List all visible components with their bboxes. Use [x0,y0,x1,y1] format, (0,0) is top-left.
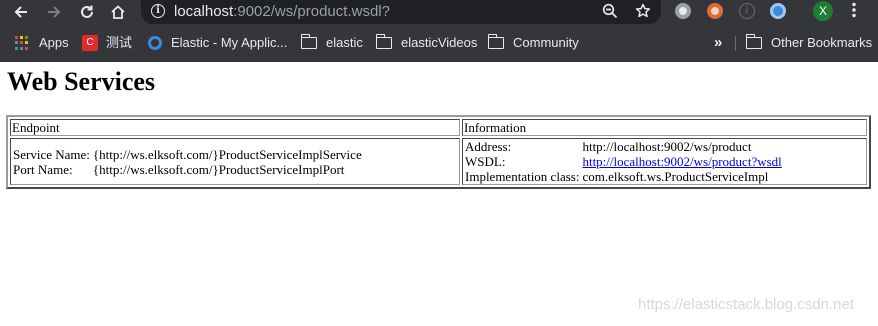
home-icon [111,5,125,19]
information-cell: Address: http://localhost:9002/ws/produc… [462,138,867,185]
information-header: Information [462,119,867,136]
address-row: Address: http://localhost:9002/ws/produc… [464,139,783,154]
bookmark-label: elasticVideos [401,35,478,50]
bookmark-label: elastic [326,35,363,50]
zoom-button[interactable] [601,3,619,21]
web-services-table: Endpoint Information Service Name: {http… [6,115,871,189]
implementation-class-label: Implementation class: [465,169,580,184]
folder-icon [300,34,317,49]
address-label: Address: [465,139,512,154]
forward-button[interactable] [42,0,66,24]
reload-button[interactable] [75,0,99,24]
zoom-out-icon [602,3,618,19]
implementation-class-row: Implementation class: com.elksoft.ws.Pro… [464,169,783,184]
kebab-menu-icon [852,2,856,18]
bookmark-label: 测试 [106,35,133,50]
wsdl-link[interactable]: http://localhost:9002/ws/product?wsdl [582,154,781,169]
address-url[interactable]: localhost:9002/ws/product.wsdl? [174,3,390,21]
folder-icon [487,34,504,49]
endpoint-header: Endpoint [10,119,460,136]
reload-icon [81,5,93,18]
service-name-label: Service Name: [13,146,90,162]
bookmark-folder-community[interactable]: Community [487,29,579,57]
folder-icon [375,34,392,49]
home-button[interactable] [106,0,130,24]
watermark: https://elasticstack.blog.csdn.net [638,296,854,313]
bookmark-other-bookmarks[interactable]: Other Bookmarks [745,29,873,57]
port-name-row: Port Name: {http://ws.elksoft.com/}Produ… [12,162,363,177]
folder-icon [745,34,762,49]
star-icon [635,3,651,18]
apps-grid-icon [15,36,29,50]
csdn-icon: C [82,35,98,51]
bookmarks-divider [735,36,736,51]
port-name-label: Port Name: [13,161,73,177]
url-path: :9002/ws/product.wsdl? [233,3,390,20]
bookmark-label: Apps [39,35,69,50]
extension-1-icon[interactable] [675,3,691,19]
bookmark-label: Community [513,35,579,50]
wsdl-label: WSDL: [465,154,506,169]
browser-menu-button[interactable] [846,2,862,22]
bookmark-folder-elastic[interactable]: elastic [300,29,363,57]
implementation-class-value: com.elksoft.ws.ProductServiceImpl [582,169,769,184]
bookmark-test[interactable]: C 测试 [82,29,132,57]
bookmarks-bar: Apps C 测试 Elastic - My Applic... elastic… [0,29,878,57]
bookmark-label: Other Bookmarks [771,35,873,50]
profile-avatar[interactable]: X [813,1,833,21]
browser-toolbar: i localhost:9002/ws/product.wsdl? i X [0,0,878,25]
bookmark-apps[interactable]: Apps [15,29,69,57]
address-value: http://localhost:9002/ws/product [582,139,752,154]
arrow-right-icon [48,6,61,18]
table-header-row: Endpoint Information [10,119,867,136]
service-name-row: Service Name: {http://ws.elksoft.com/}Pr… [12,147,363,162]
bookmark-elastic-my-applic[interactable]: Elastic - My Applic... [148,29,287,57]
bookmark-label: Elastic - My Applic... [171,35,288,50]
elastic-circle-icon [148,36,162,50]
wsdl-row: WSDL: http://localhost:9002/ws/product?w… [464,154,783,169]
arrow-left-icon [14,6,27,18]
bookmarks-overflow-button[interactable]: » [714,29,722,57]
browser-chrome: i localhost:9002/ws/product.wsdl? i X Ap… [0,0,878,62]
extension-4-icon[interactable] [770,3,786,19]
url-host: localhost [174,3,234,20]
info-icon[interactable]: i [151,4,165,18]
back-button[interactable] [9,0,33,24]
extension-3-info-icon[interactable]: i [739,3,755,19]
service-name-value: {http://ws.elksoft.com/}ProductServiceIm… [92,146,362,162]
information-details: Address: http://localhost:9002/ws/produc… [464,139,783,184]
bookmark-folder-elasticvideos[interactable]: elasticVideos [375,29,478,57]
endpoint-details: Service Name: {http://ws.elksoft.com/}Pr… [12,147,363,177]
endpoint-cell: Service Name: {http://ws.elksoft.com/}Pr… [10,138,460,185]
port-name-value: {http://ws.elksoft.com/}ProductServiceIm… [92,161,345,177]
extension-2-icon[interactable] [707,3,723,19]
page-title: Web Services [7,67,156,96]
bookmark-star-button[interactable] [634,3,652,21]
table-row: Service Name: {http://ws.elksoft.com/}Pr… [10,138,867,185]
address-bar[interactable]: i localhost:9002/ws/product.wsdl? [141,0,661,24]
